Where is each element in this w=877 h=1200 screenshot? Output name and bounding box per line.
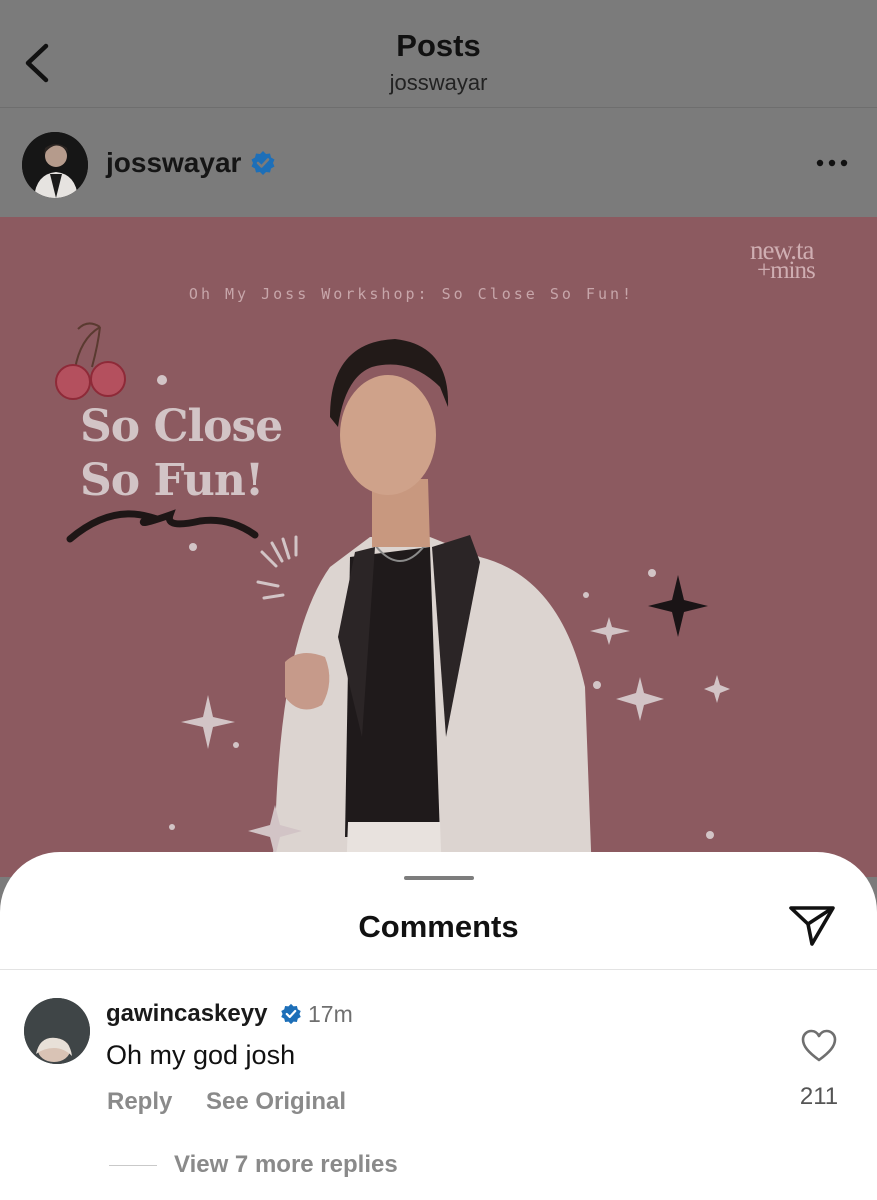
like-comment-button[interactable] [800,1028,838,1064]
sheet-grabber-handle[interactable] [404,876,474,880]
post-image[interactable]: Oh My Joss Workshop: So Close So Fun! ne… [0,217,877,877]
image-logo-line2: +mins [757,257,816,284]
commenter-avatar[interactable] [24,998,90,1064]
post-author-avatar[interactable] [22,132,88,198]
post-author-username[interactable]: josswayar [106,147,241,179]
image-title-line2: So Fun! [80,455,264,506]
more-options-button[interactable] [812,153,852,173]
replies-divider-line [109,1165,157,1166]
post-image-artwork [0,217,877,877]
paper-plane-icon [789,906,835,946]
share-button[interactable] [787,902,837,948]
commenter-username[interactable]: gawincaskeyy [106,1000,267,1028]
image-subtitle-text: Oh My Joss Workshop: So Close So Fun! [188,285,635,303]
heart-outline-icon [801,1029,837,1062]
top-navigation-bar: Posts josswayar [0,0,877,108]
page-subtitle: josswayar [389,70,488,95]
verified-badge-icon [251,151,275,175]
comment-like-count: 211 [799,1083,839,1110]
verified-badge-icon [281,1003,301,1025]
view-more-replies-button[interactable]: View 7 more replies [174,1151,398,1179]
comment-item: gawincaskeyy 17m Oh my god josh Reply Se… [0,970,877,1200]
image-title-line1: So Close [80,401,283,452]
avatar-image [24,998,90,1064]
comments-bottom-sheet: Comments gawincaskeyy 17m Oh my god josh… [0,852,877,1200]
comment-timestamp: 17m [308,1001,353,1027]
avatar-image [22,132,88,198]
reply-button[interactable]: Reply [107,1088,172,1116]
page-title: Posts [396,28,481,63]
comment-text: Oh my god josh [106,1040,296,1070]
comments-title: Comments [358,909,519,944]
see-original-button[interactable]: See Original [206,1088,346,1116]
more-horizontal-icon [816,159,848,167]
post-header: josswayar [0,109,877,217]
